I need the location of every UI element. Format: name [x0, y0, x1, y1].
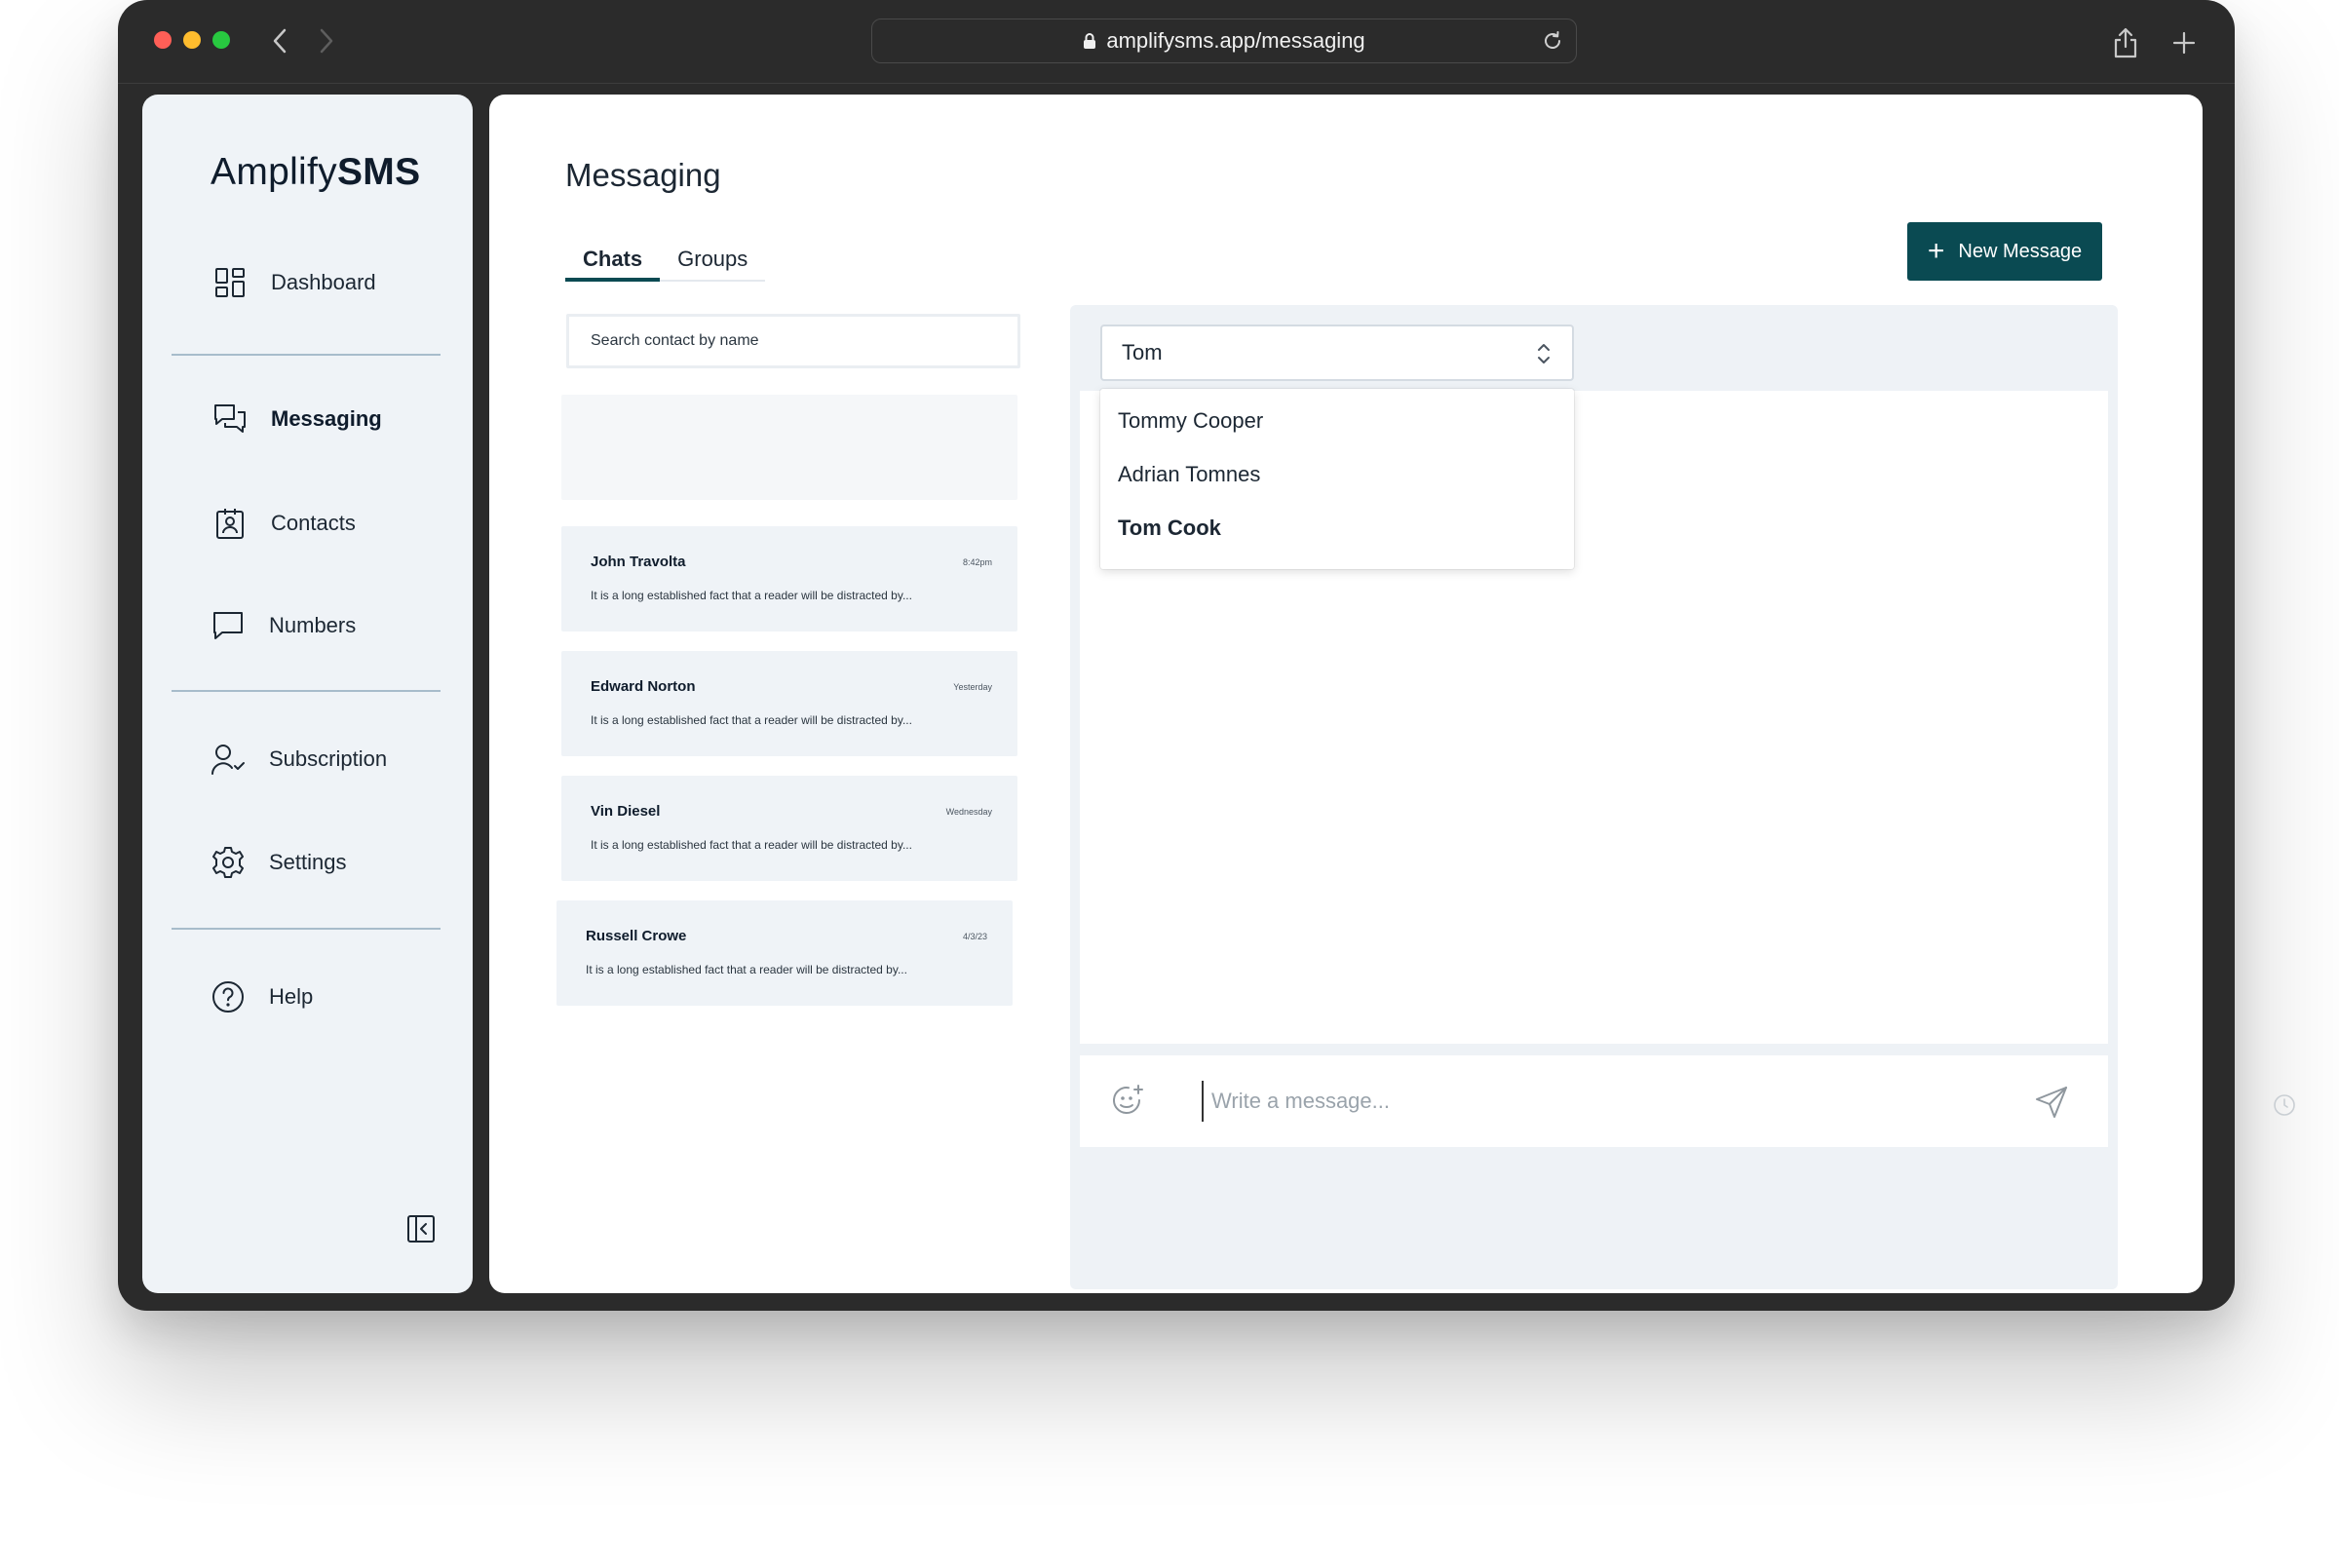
help-circle-icon: [211, 979, 246, 1014]
chat-timestamp: Wednesday: [945, 807, 992, 817]
collapse-sidebar-icon[interactable]: [405, 1213, 437, 1244]
close-window-button[interactable]: [154, 31, 172, 49]
chat-list-item[interactable]: Russell Crowe 4/3/23 It is a long establ…: [556, 900, 1013, 1006]
sidebar-item-label: Dashboard: [271, 270, 376, 294]
contact-suggestions: Tommy Cooper Adrian Tomnes Tom Cook: [1100, 389, 1574, 569]
new-tab-icon[interactable]: [2165, 23, 2204, 62]
sidebar-divider: [172, 928, 441, 930]
minimize-window-button[interactable]: [183, 31, 201, 49]
chat-list-item[interactable]: Vin Diesel Wednesday It is a long establ…: [561, 776, 1017, 881]
contact-combobox-value: Tom: [1122, 340, 1163, 364]
app-logo[interactable]: AmplifySMS: [211, 151, 420, 194]
lock-icon: [1083, 32, 1096, 50]
chat-timestamp: 8:42pm: [962, 557, 992, 567]
send-icon[interactable]: [2032, 1083, 2071, 1122]
message-square-icon: [211, 608, 246, 643]
url-text: amplifysms.app/messaging: [1106, 28, 1365, 53]
tab-bar: Chats Groups: [565, 247, 766, 282]
emoji-add-icon[interactable]: [1109, 1083, 1146, 1120]
sidebar-divider: [172, 690, 441, 692]
sidebar-item-label: Settings: [269, 850, 347, 874]
chat-contact-name: Vin Diesel: [591, 803, 661, 820]
sidebar-item-dashboard[interactable]: Dashboard: [212, 265, 376, 300]
chat-list-item[interactable]: John Travolta 8:42pm It is a long establ…: [561, 526, 1017, 631]
sidebar-item-contacts[interactable]: Contacts: [212, 506, 356, 541]
sidebar-item-label: Numbers: [269, 613, 357, 637]
sidebar: AmplifySMS Dashboard Messaging Contacts: [142, 95, 473, 1293]
chat-contact-name: John Travolta: [591, 554, 686, 570]
chat-list-item[interactable]: Edward Norton Yesterday It is a long est…: [561, 651, 1017, 756]
chat-preview: It is a long established fact that a rea…: [591, 713, 912, 727]
new-message-label: New Message: [1958, 240, 2083, 262]
dashboard-icon: [212, 265, 248, 300]
contact-option[interactable]: Adrian Tomnes: [1118, 462, 1260, 487]
chat-preview: It is a long established fact that a rea…: [586, 963, 907, 976]
sidebar-item-subscription[interactable]: Subscription: [211, 742, 387, 777]
sidebar-item-label: Contacts: [271, 511, 356, 535]
back-icon[interactable]: [260, 21, 299, 60]
chat-bubbles-icon: [212, 402, 248, 437]
sidebar-item-help[interactable]: Help: [211, 979, 313, 1014]
sidebar-item-messaging[interactable]: Messaging: [212, 402, 382, 437]
sidebar-item-label: Help: [269, 984, 314, 1009]
share-icon[interactable]: [2106, 23, 2145, 62]
new-message-button[interactable]: + New Message: [1907, 222, 2102, 281]
reload-icon[interactable]: [1541, 29, 1564, 53]
sidebar-item-settings[interactable]: Settings: [211, 845, 347, 880]
search-contact-input[interactable]: [566, 314, 1020, 368]
chat-list-placeholder: [561, 395, 1017, 500]
chat-timestamp: Yesterday: [953, 682, 992, 692]
chat-contact-name: Edward Norton: [591, 678, 696, 695]
user-check-icon: [211, 742, 246, 777]
page-title: Messaging: [565, 157, 721, 193]
chat-preview: It is a long established fact that a rea…: [591, 838, 912, 852]
tab-chats[interactable]: Chats: [565, 247, 661, 282]
address-bar[interactable]: amplifysms.app/messaging: [871, 19, 1577, 63]
chat-preview: It is a long established fact that a rea…: [591, 589, 912, 602]
maximize-window-button[interactable]: [212, 31, 230, 49]
sidebar-divider: [172, 354, 441, 356]
chevron-up-down-icon: [1537, 341, 1551, 372]
chat-contact-name: Russell Crowe: [586, 928, 687, 944]
message-composer: [1080, 1055, 2108, 1147]
conversation-panel: Tom Tommy Cooper Adrian Tomnes Tom Cook: [1070, 305, 2118, 1289]
chat-timestamp: 4/3/23: [962, 932, 987, 941]
contact-card-icon: [212, 506, 248, 541]
contact-option-selected[interactable]: Tom Cook: [1118, 516, 1221, 541]
browser-titlebar: amplifysms.app/messaging: [118, 0, 2235, 84]
contact-combobox[interactable]: Tom: [1100, 325, 1574, 381]
sidebar-item-label: Subscription: [269, 746, 388, 771]
message-input[interactable]: [1202, 1081, 1942, 1122]
sidebar-item-label: Messaging: [271, 406, 382, 431]
clock-icon: [2271, 1091, 2298, 1119]
tab-groups[interactable]: Groups: [660, 247, 766, 282]
sidebar-item-numbers[interactable]: Numbers: [211, 608, 356, 643]
contact-option[interactable]: Tommy Cooper: [1118, 408, 1263, 434]
forward-icon[interactable]: [307, 21, 346, 60]
plus-icon: +: [1927, 235, 1945, 267]
gear-icon: [211, 845, 246, 880]
